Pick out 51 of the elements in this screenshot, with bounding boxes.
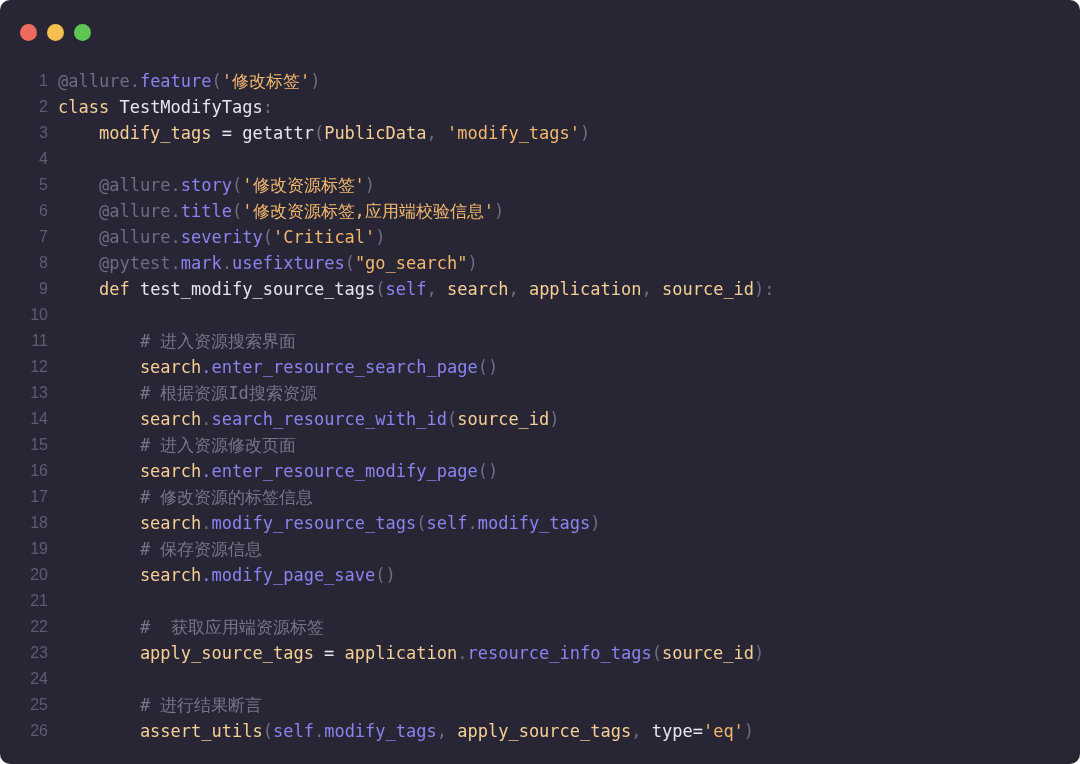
code-line: apply_source_tags = application.resource_info_tags(source_id)	[138, 641, 765, 665]
code-line: modify_tags = getattr(PublicData, 'modify_tags')	[97, 121, 591, 145]
code-line: # 根据资源Id搜索资源	[138, 381, 317, 405]
line-number: 17	[29, 487, 49, 507]
line-number: 11	[30, 331, 49, 351]
code-line: # 修改资源的标签信息	[138, 485, 314, 509]
line-number: 6	[38, 201, 49, 221]
line-number: 4	[38, 149, 49, 169]
line-number: 2	[38, 97, 49, 117]
code-line: assert_utils(self.modify_tags, apply_source_tags, type='eq')	[138, 719, 755, 743]
line-number: 12	[29, 357, 49, 377]
window-control-button[interactable]	[20, 24, 37, 41]
line-number: 3	[38, 123, 49, 143]
line-number: 5	[38, 175, 49, 195]
line-number: 25	[29, 695, 49, 715]
line-number: 10	[29, 305, 49, 325]
line-number: 21	[29, 591, 49, 611]
code-line: # 进入资源修改页面	[138, 433, 297, 457]
code-line: search.modify_page_save()	[138, 563, 396, 587]
line-number: 14	[29, 409, 49, 429]
window-control-button[interactable]	[47, 24, 64, 41]
code-line: search.enter_resource_modify_page()	[138, 459, 499, 483]
line-number: 7	[38, 227, 49, 247]
code-line: # 进行结果断言	[138, 693, 263, 717]
line-number: 9	[38, 279, 49, 299]
line-number: 24	[29, 669, 49, 689]
code-line: def test_modify_source_tags(self, search, application, source_id):	[97, 277, 775, 301]
line-number: 23	[29, 643, 49, 663]
line-number: 22	[29, 617, 49, 637]
code-line: @allure.feature('修改标签')	[57, 69, 321, 93]
code-line: # 保存资源信息	[138, 537, 263, 561]
code-line: class TestModifyTags:	[57, 95, 273, 119]
code-line: @allure.severity('Critical')	[97, 225, 386, 249]
code-line: # 进入资源搜索界面	[138, 329, 297, 353]
code-line: # 获取应用端资源标签	[138, 615, 324, 639]
code-line: search.search_resource_with_id(source_id)	[138, 407, 560, 431]
line-number: 19	[29, 539, 49, 559]
code-line: @pytest.mark.usefixtures("go_search")	[97, 251, 478, 275]
code-line: search.enter_resource_search_page()	[138, 355, 499, 379]
line-number: 20	[29, 565, 49, 585]
code-line: @allure.story('修改资源标签')	[97, 173, 375, 197]
line-number: 8	[38, 253, 49, 273]
line-number: 15	[29, 435, 49, 455]
line-number: 16	[29, 461, 49, 481]
line-number: 26	[29, 721, 49, 741]
window-control-button[interactable]	[74, 24, 91, 41]
line-number: 18	[29, 513, 49, 533]
code-line: search.modify_resource_tags(self.modify_tags)	[138, 511, 601, 535]
line-number: 13	[29, 383, 49, 403]
line-number: 1	[38, 71, 49, 91]
code-line: @allure.title('修改资源标签,应用端校验信息')	[97, 199, 505, 223]
